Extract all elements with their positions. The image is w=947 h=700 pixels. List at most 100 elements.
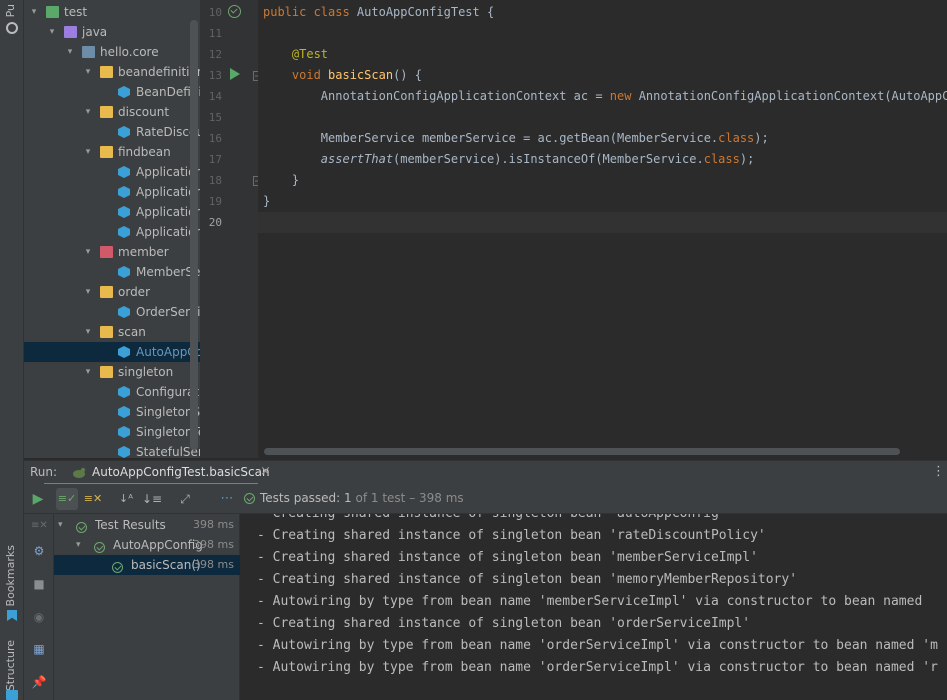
tree-item-class[interactable]: ApplicationCon	[24, 202, 200, 222]
tree-item-class[interactable]: ApplicationCon	[24, 182, 200, 202]
expand-arrow-icon[interactable]: ▾	[28, 2, 40, 22]
view-icon[interactable]: ◉	[31, 609, 47, 625]
rerun-icon[interactable]: ▶	[27, 488, 49, 510]
tree-item-class[interactable]: AutoAppConfig	[24, 342, 200, 362]
class-test-passed-icon[interactable]	[228, 5, 241, 20]
tests-status: Tests passed: 1 of 1 test – 398 ms	[260, 491, 464, 505]
tree-item-class[interactable]: SingletonServic	[24, 402, 200, 422]
structure-icon[interactable]	[6, 690, 18, 700]
structure-tab[interactable]: Structure	[4, 640, 17, 691]
test-results-tree: ▾ Test Results 398 ms ▾ AutoAppConfig 398 ms b…	[54, 514, 240, 700]
sort-duration-icon[interactable]: ↓≡	[141, 488, 163, 510]
tree-item-folder[interactable]: ▾ beandefinition	[24, 62, 200, 82]
bookmark-icon[interactable]	[7, 610, 17, 621]
tree-item-folder[interactable]: ▾ member	[24, 242, 200, 262]
run-test-icon[interactable]	[229, 68, 241, 83]
expand-arrow-icon[interactable]: ▾	[46, 22, 58, 42]
code-token: AnnotationConfigApplicationContext(AutoA…	[638, 89, 947, 103]
rerun-failed-icon[interactable]: ≡✕	[31, 518, 48, 534]
tests-passed-icon	[244, 492, 255, 506]
show-ignored-icon[interactable]: ≡✕	[82, 488, 104, 510]
expand-arrow-icon[interactable]: ▾	[82, 142, 94, 162]
expand-arrow-icon[interactable]: ▾	[82, 102, 94, 122]
tree-item-class[interactable]: OrderServiceTes	[24, 302, 200, 322]
expand-arrow-icon[interactable]: ▾	[82, 62, 94, 82]
tree-item-folder[interactable]: ▾ singleton	[24, 362, 200, 382]
tree-item-class[interactable]: StatefulService	[24, 442, 200, 458]
line-number: 19	[208, 195, 222, 208]
sort-alpha-icon[interactable]: ↓ᴬ	[115, 488, 137, 510]
editor-gutter: 10 11 12 13 14 15 16 17 18 19 20	[200, 0, 263, 458]
code-editor[interactable]: public class AutoAppConfigTest { @Test v…	[258, 0, 947, 458]
folder-icon	[100, 286, 113, 298]
class-icon	[118, 126, 130, 138]
expand-arrow-icon[interactable]: ▾	[82, 322, 94, 342]
tree-item-class[interactable]: ApplicationCon	[24, 222, 200, 242]
expand-arrow-icon[interactable]: ▾	[76, 535, 81, 555]
class-icon	[118, 166, 130, 178]
tree-item-class[interactable]: ConfigurationS	[24, 382, 200, 402]
code-token: (memberService).isInstanceOf(MemberServi…	[393, 152, 704, 166]
tree-scrollbar[interactable]	[190, 20, 198, 450]
pull-requests-tab[interactable]: Pu	[4, 4, 17, 17]
test-result-row[interactable]: ▾ AutoAppConfig 398 ms	[54, 535, 240, 555]
class-icon	[118, 426, 130, 438]
tree-item-label: beandefinition	[118, 65, 200, 79]
expand-arrow-icon[interactable]: ▾	[82, 282, 94, 302]
console-line: - Creating shared instance of singleton …	[257, 572, 798, 587]
expand-arrow-icon[interactable]: ▾	[82, 242, 94, 262]
code-token: }	[263, 194, 271, 208]
tree-item-class[interactable]: MemberService	[24, 262, 200, 282]
console-line: - Autowiring by type from bean name 'mem…	[257, 594, 923, 609]
code-token: assertThat	[320, 152, 394, 166]
console-output[interactable]: - Creating shared instance of singleton …	[241, 514, 947, 700]
code-token: public class	[263, 5, 357, 19]
tree-item-class[interactable]: ApplicationCon	[24, 162, 200, 182]
tree-item-folder[interactable]: ▾ order	[24, 282, 200, 302]
show-passed-icon[interactable]: ≡✓	[56, 488, 78, 510]
expand-arrow-icon[interactable]: ▾	[58, 515, 63, 535]
code-token: class	[703, 152, 740, 166]
code-line: assertThat(memberService).isInstanceOf(M…	[263, 149, 755, 170]
test-result-row[interactable]: ▾ Test Results 398 ms	[54, 515, 240, 535]
expand-all-icon[interactable]: ⤢	[174, 488, 196, 510]
tree-item-folder[interactable]: ▾ test	[24, 2, 200, 22]
folder-icon	[100, 66, 113, 78]
editor-horizontal-scrollbar[interactable]	[264, 448, 900, 455]
console-line: - Creating shared instance of singleton …	[257, 616, 751, 631]
tree-item-folder[interactable]: ▾ hello.core	[24, 42, 200, 62]
tree-item-folder[interactable]: ▾ java	[24, 22, 200, 42]
close-tab-icon[interactable]: ×	[260, 464, 271, 479]
folder-icon	[64, 26, 77, 38]
stop-icon[interactable]: ■	[31, 576, 47, 592]
expand-arrow-icon[interactable]: ▾	[64, 42, 76, 62]
test-duration: 398 ms	[193, 558, 234, 571]
tree-item-folder[interactable]: ▾ discount	[24, 102, 200, 122]
tree-item-class[interactable]: RateDiscountPo	[24, 122, 200, 142]
tree-item-class[interactable]: SingletonTest	[24, 422, 200, 442]
expand-arrow-icon[interactable]: ▾	[82, 362, 94, 382]
settings-gear-icon[interactable]: ⚙	[31, 543, 47, 559]
console-line: - Autowiring by type from bean name 'ord…	[257, 660, 938, 675]
tree-item-class[interactable]: BeanDefinitionT	[24, 82, 200, 102]
run-tab-title[interactable]: AutoAppConfigTest.basicScan	[92, 465, 270, 479]
test-result-row[interactable]: basicScan() 398 ms	[54, 555, 240, 575]
test-name: AutoAppConfig	[113, 538, 203, 552]
tree-item-folder[interactable]: ▾ scan	[24, 322, 200, 342]
code-token: );	[739, 152, 755, 166]
code-token: MemberService memberService = ac.getBean…	[263, 131, 719, 145]
pin-icon[interactable]: 📌	[31, 674, 47, 690]
class-icon	[118, 406, 130, 418]
more-icon[interactable]: ⋯	[216, 488, 238, 510]
tree-item-folder[interactable]: ▾ findbean	[24, 142, 200, 162]
tree-item-label: member	[118, 245, 169, 259]
test-name: Test Results	[95, 518, 166, 532]
git-icon[interactable]	[6, 22, 18, 34]
layout-grid-icon[interactable]: ▦	[31, 641, 47, 657]
options-icon[interactable]: ⋮	[932, 464, 945, 479]
run-label: Run:	[30, 465, 58, 479]
bookmarks-tab[interactable]: Bookmarks	[4, 545, 17, 606]
code-line: AnnotationConfigApplicationContext ac = …	[263, 86, 947, 107]
folder-icon	[100, 326, 113, 338]
